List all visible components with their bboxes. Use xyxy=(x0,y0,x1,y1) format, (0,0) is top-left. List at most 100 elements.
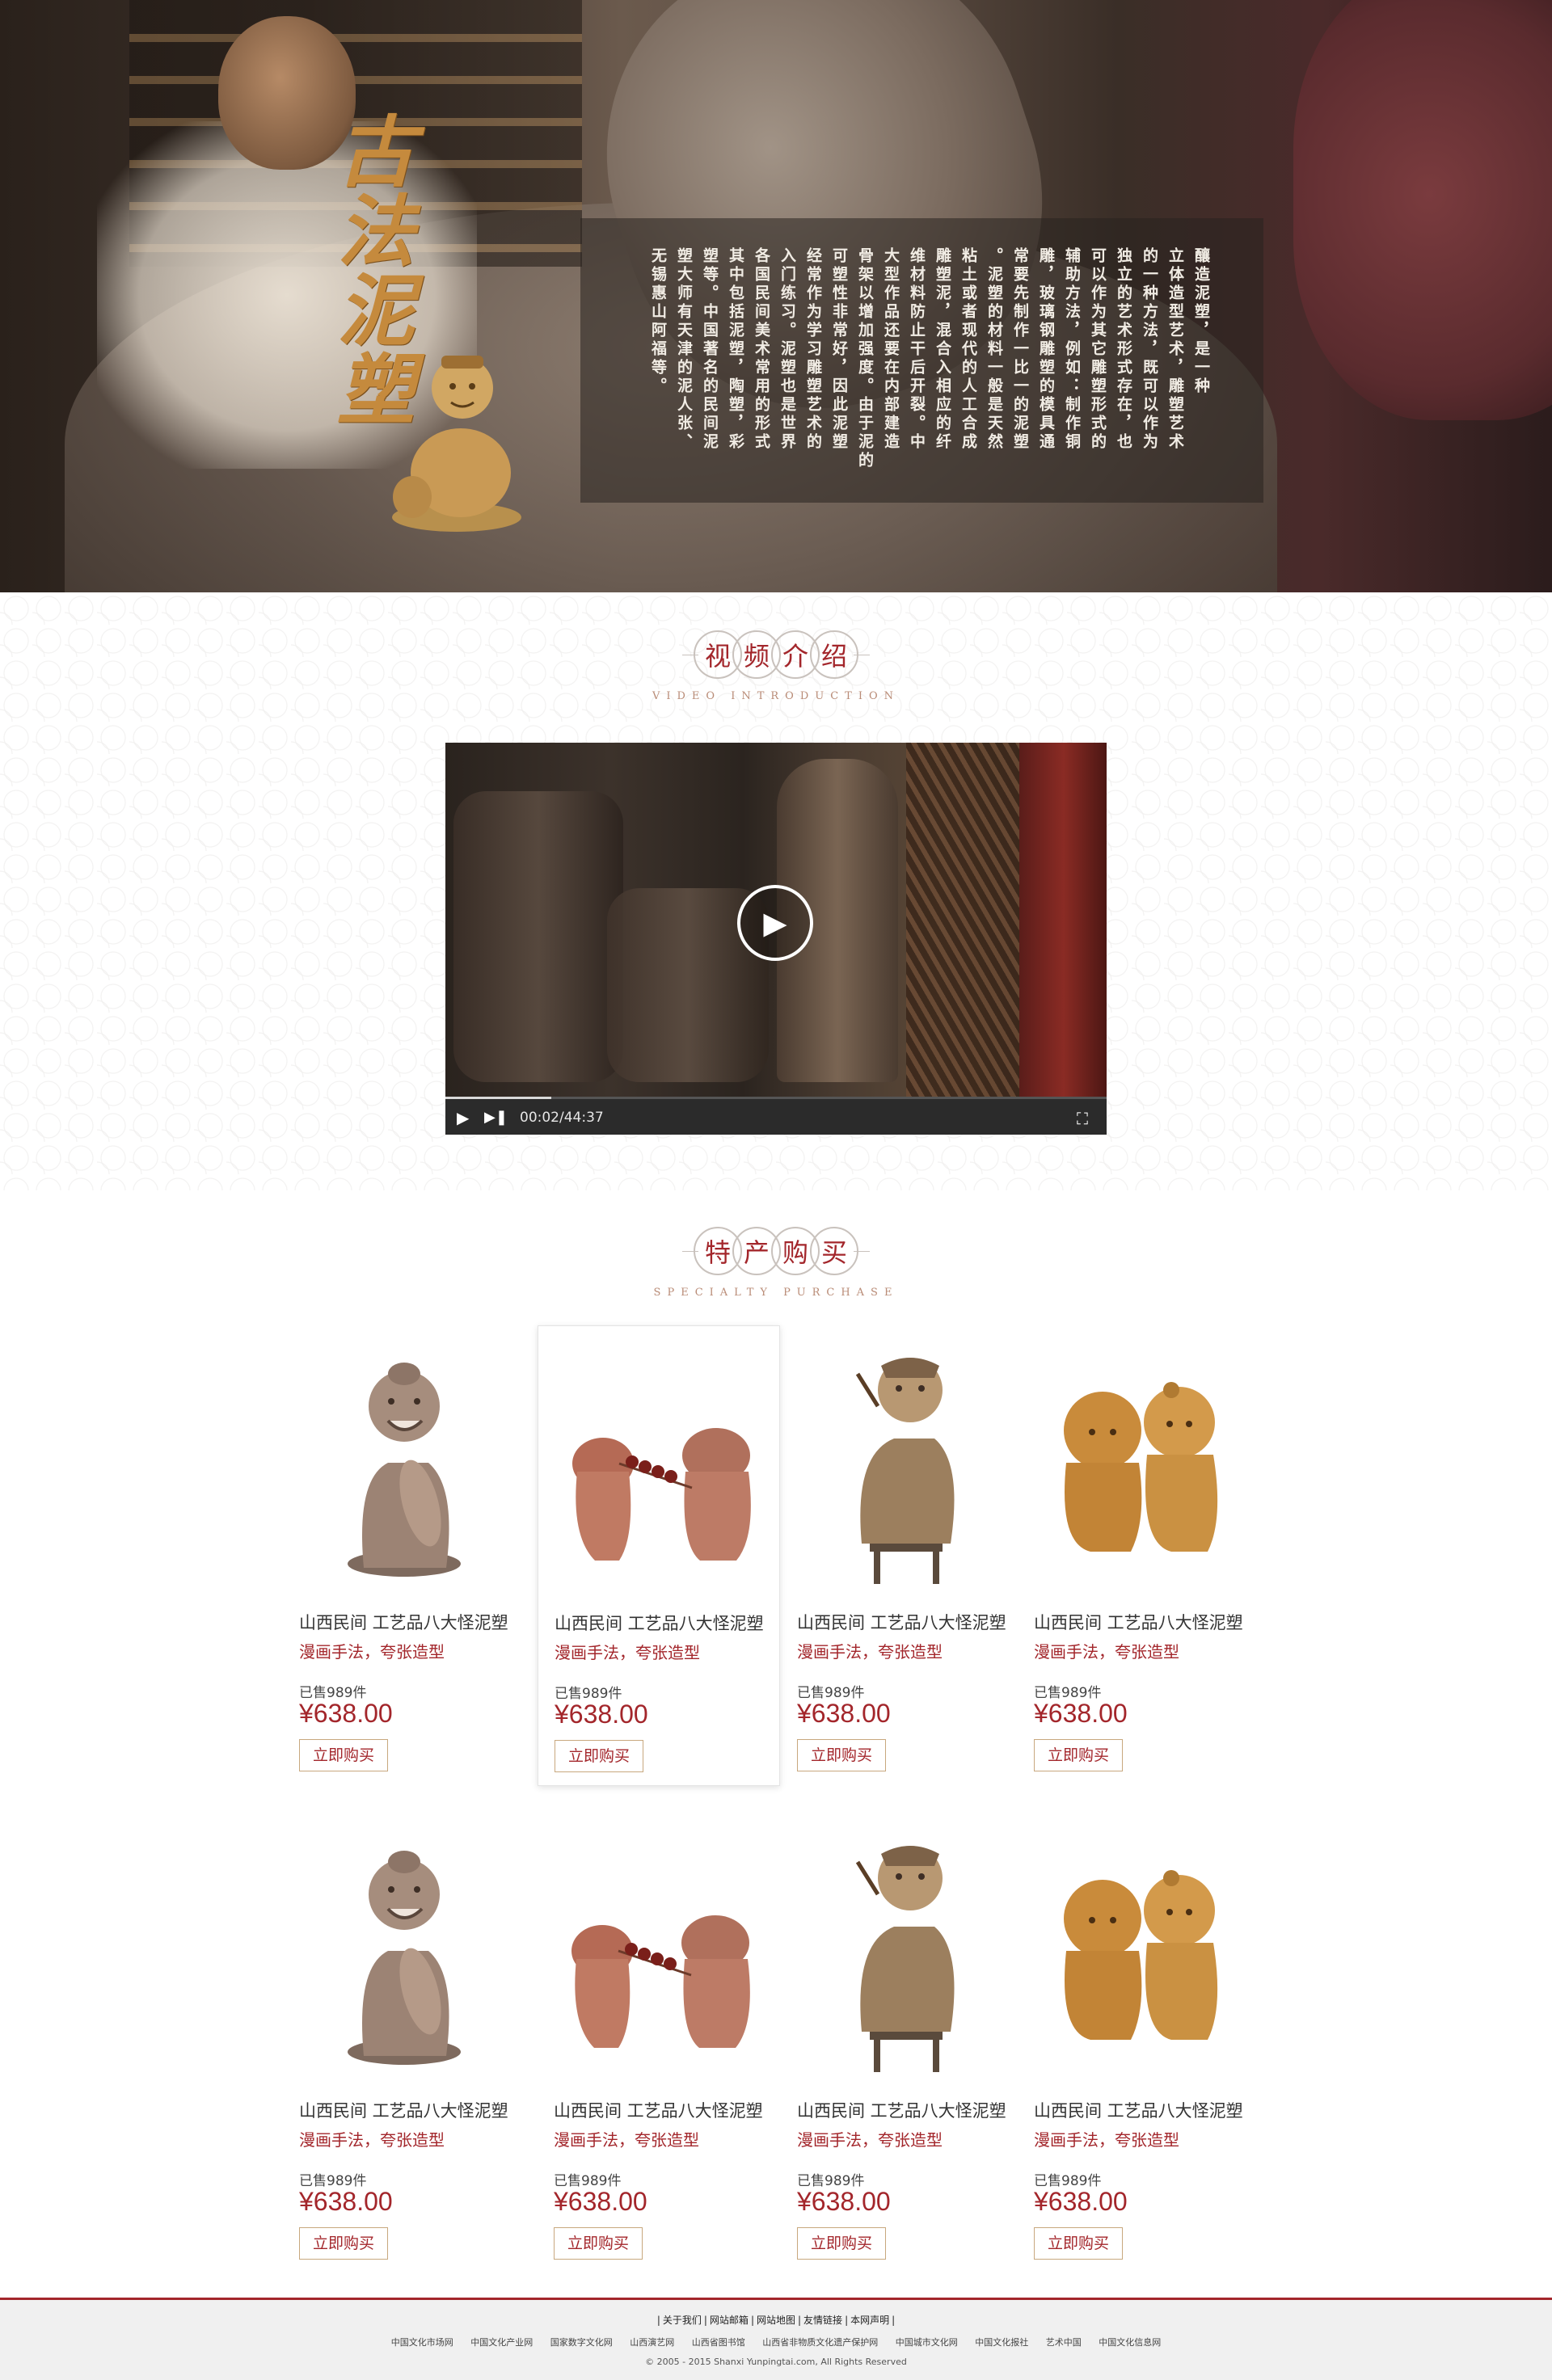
footer-partner-link[interactable]: 中国文化报社 xyxy=(975,2337,1028,2348)
product-card[interactable]: 山西民间 工艺品八大怪泥塑 漫画手法，夸张造型 已售989件 ¥638.00 立… xyxy=(538,1325,780,1786)
footer-partner-link[interactable]: 中国文化信息网 xyxy=(1099,2337,1161,2348)
footer-partner-link[interactable]: 中国城市文化网 xyxy=(896,2337,958,2348)
product-price: ¥638.00 xyxy=(299,2187,393,2216)
footer-nav: | 关于我们 | 网站邮箱 | 网站地图 | 友情链接 | 本网声明 | xyxy=(656,2315,896,2326)
title-divider xyxy=(854,1250,870,1252)
product-price: ¥638.00 xyxy=(554,2187,647,2216)
footer-copyright: © 2005 - 2015 Shanxi Yunpingtai.com, All… xyxy=(645,2357,907,2367)
product-card[interactable]: 山西民间 工艺品八大怪泥塑 漫画手法，夸张造型 已售989件 ¥638.00 立… xyxy=(538,1813,780,2266)
video-red-barrel xyxy=(1019,743,1107,1097)
product-name[interactable]: 山西民间 工艺品八大怪泥塑 xyxy=(555,1611,781,1635)
buy-now-button[interactable]: 立即购买 xyxy=(554,2227,643,2260)
hero-figurine-image xyxy=(392,356,521,532)
fullscreen-icon[interactable]: ⛶ xyxy=(1071,1109,1094,1128)
product-image[interactable] xyxy=(1034,1830,1244,2072)
hero-text-column: 入门练习。泥塑也是世界 xyxy=(778,247,796,452)
play-icon: ▶ xyxy=(763,905,787,941)
product-card[interactable]: 山西民间 工艺品八大怪泥塑 漫画手法，夸张造型 已售989件 ¥638.00 立… xyxy=(781,1813,1023,2266)
hero-text-column: 釀造泥塑，是一种 xyxy=(1192,247,1210,396)
product-price: ¥638.00 xyxy=(299,1699,393,1728)
footer-nav-link[interactable]: 关于我们 xyxy=(663,2315,702,2326)
footer-partner-link[interactable]: 艺术中国 xyxy=(1046,2337,1082,2348)
product-tagline: 漫画手法，夸张造型 xyxy=(797,2130,943,2150)
video-progress-fill xyxy=(445,1097,551,1099)
product-image[interactable] xyxy=(554,1830,764,2072)
hero-title-char: 古 xyxy=(337,107,415,198)
play-overlay-button[interactable]: ▶ xyxy=(737,885,813,961)
hero-text-column: 的一种方法，既可以作为 xyxy=(1141,247,1158,452)
hero-text-column: 大型作品还要在内部建造 xyxy=(882,247,900,452)
title-char: 买 xyxy=(810,1227,858,1275)
skip-next-icon[interactable]: ▶❚ xyxy=(484,1109,508,1127)
hero-text-column: 雕，玻璃钢雕塑的模具通 xyxy=(1037,247,1055,452)
footer-nav-link[interactable]: 网站邮箱 xyxy=(710,2315,749,2326)
hero-title-char: 法 xyxy=(337,186,415,277)
hero-text-column: 独立的艺术形式存在，也 xyxy=(1115,247,1132,452)
product-name[interactable]: 山西民间 工艺品八大怪泥塑 xyxy=(299,1610,525,1634)
product-price: ¥638.00 xyxy=(797,1699,891,1728)
footer-partner-link[interactable]: 中国文化市场网 xyxy=(391,2337,453,2348)
product-image[interactable] xyxy=(797,1342,1007,1584)
product-name[interactable]: 山西民间 工艺品八大怪泥塑 xyxy=(797,1610,1023,1634)
hero-text-column: 其中包括泥塑，陶塑，彩 xyxy=(727,247,744,452)
hero-text-column: 骨架以增加强度。由于泥的 xyxy=(856,247,874,470)
video-time: 00:02/44:37 xyxy=(520,1110,604,1126)
product-name[interactable]: 山西民间 工艺品八大怪泥塑 xyxy=(1034,2098,1260,2122)
product-image[interactable] xyxy=(299,1342,509,1584)
product-image[interactable] xyxy=(1034,1342,1244,1584)
footer-nav-link[interactable]: 本网声明 xyxy=(850,2315,889,2326)
video-progress-bar[interactable] xyxy=(445,1097,1107,1099)
hero-banner: 古 法 泥 塑 釀造泥塑，是一种 立体造型艺术，雕塑艺术 的一种方法，既可以作为… xyxy=(0,0,1552,592)
product-tagline: 漫画手法，夸张造型 xyxy=(299,2130,445,2150)
hero-red-shirt xyxy=(1293,0,1552,420)
product-tagline: 漫画手法，夸张造型 xyxy=(1034,2130,1179,2150)
product-card[interactable]: 山西民间 工艺品八大怪泥塑 漫画手法，夸张造型 已售989件 ¥638.00 立… xyxy=(781,1325,1023,1778)
hero-text-column: 立体造型艺术，雕塑艺术 xyxy=(1166,247,1184,452)
product-image[interactable] xyxy=(797,1830,1007,2072)
footer-partner-link[interactable]: 中国文化产业网 xyxy=(470,2337,533,2348)
product-image[interactable] xyxy=(299,1830,509,2072)
play-icon[interactable]: ▶ xyxy=(457,1109,473,1127)
buy-now-button[interactable]: 立即购买 xyxy=(1034,2227,1123,2260)
product-card[interactable]: 山西民间 工艺品八大怪泥塑 漫画手法，夸张造型 已售989件 ¥638.00 立… xyxy=(1018,1325,1260,1778)
footer-nav-link[interactable]: 网站地图 xyxy=(757,2315,795,2326)
product-name[interactable]: 山西民间 工艺品八大怪泥塑 xyxy=(797,2098,1023,2122)
product-price: ¥638.00 xyxy=(1034,1699,1128,1728)
product-tagline: 漫画手法，夸张造型 xyxy=(555,1643,700,1662)
hero-text-column: 常要先制作一比一的泥塑 xyxy=(1011,247,1029,452)
product-price: ¥638.00 xyxy=(1034,2187,1128,2216)
hero-text-column: 无锡惠山阿福等。 xyxy=(649,247,667,396)
buy-now-button[interactable]: 立即购买 xyxy=(555,1740,643,1772)
footer-partner-link[interactable]: 山西演艺网 xyxy=(630,2337,674,2348)
product-name[interactable]: 山西民间 工艺品八大怪泥塑 xyxy=(554,2098,780,2122)
product-image[interactable] xyxy=(555,1342,765,1585)
video-barrel xyxy=(453,791,623,1082)
product-card[interactable]: 山西民间 工艺品八大怪泥塑 漫画手法，夸张造型 已售989件 ¥638.00 立… xyxy=(283,1813,525,2266)
product-card[interactable]: 山西民间 工艺品八大怪泥塑 漫画手法，夸张造型 已售989件 ¥638.00 立… xyxy=(1018,1813,1260,2266)
product-card[interactable]: 山西民间 工艺品八大怪泥塑 漫画手法，夸张造型 已售989件 ¥638.00 立… xyxy=(283,1325,525,1778)
footer: | 关于我们 | 网站邮箱 | 网站地图 | 友情链接 | 本网声明 | 中国文化市场网 中国文化产… xyxy=(0,2298,1552,2380)
buy-now-button[interactable]: 立即购买 xyxy=(1034,1739,1123,1771)
hero-text-column: 各国民间美术常用的形式 xyxy=(753,247,770,452)
product-price: ¥638.00 xyxy=(797,2187,891,2216)
product-name[interactable]: 山西民间 工艺品八大怪泥塑 xyxy=(1034,1610,1260,1634)
buy-now-button[interactable]: 立即购买 xyxy=(299,1739,388,1771)
hero-text-column: 粘土或者现代的人工合成 xyxy=(959,247,977,452)
hero-text-column: 可以作为其它雕塑形式的 xyxy=(1089,247,1107,452)
footer-partner-link[interactable]: 国家数字文化网 xyxy=(550,2337,613,2348)
hero-text-column: 雕塑泥，混合入相应的纤 xyxy=(934,247,951,452)
products-title-row: 特 产 购 买 xyxy=(682,1227,870,1275)
product-name[interactable]: 山西民间 工艺品八大怪泥塑 xyxy=(299,2098,525,2122)
product-tagline: 漫画手法，夸张造型 xyxy=(797,1642,943,1662)
hero-text-column: 维材料防止干后开裂。中 xyxy=(908,247,926,452)
product-tagline: 漫画手法，夸张造型 xyxy=(554,2130,699,2150)
products-section-subtitle: SPECIALTY PURCHASE xyxy=(653,1287,899,1299)
footer-partner-link[interactable]: 山西省非物质文化遗产保护网 xyxy=(762,2337,878,2348)
video-section-subtitle: VIDEO INTRODUCTION xyxy=(652,690,900,702)
buy-now-button[interactable]: 立即购买 xyxy=(797,1739,886,1771)
buy-now-button[interactable]: 立即购买 xyxy=(299,2227,388,2260)
video-section-title: 视 频 介 绍 VIDEO INTRODUCTION xyxy=(0,630,1552,702)
footer-nav-link[interactable]: 友情链接 xyxy=(803,2315,842,2326)
buy-now-button[interactable]: 立即购买 xyxy=(797,2227,886,2260)
footer-partner-link[interactable]: 山西省图书馆 xyxy=(692,2337,745,2348)
